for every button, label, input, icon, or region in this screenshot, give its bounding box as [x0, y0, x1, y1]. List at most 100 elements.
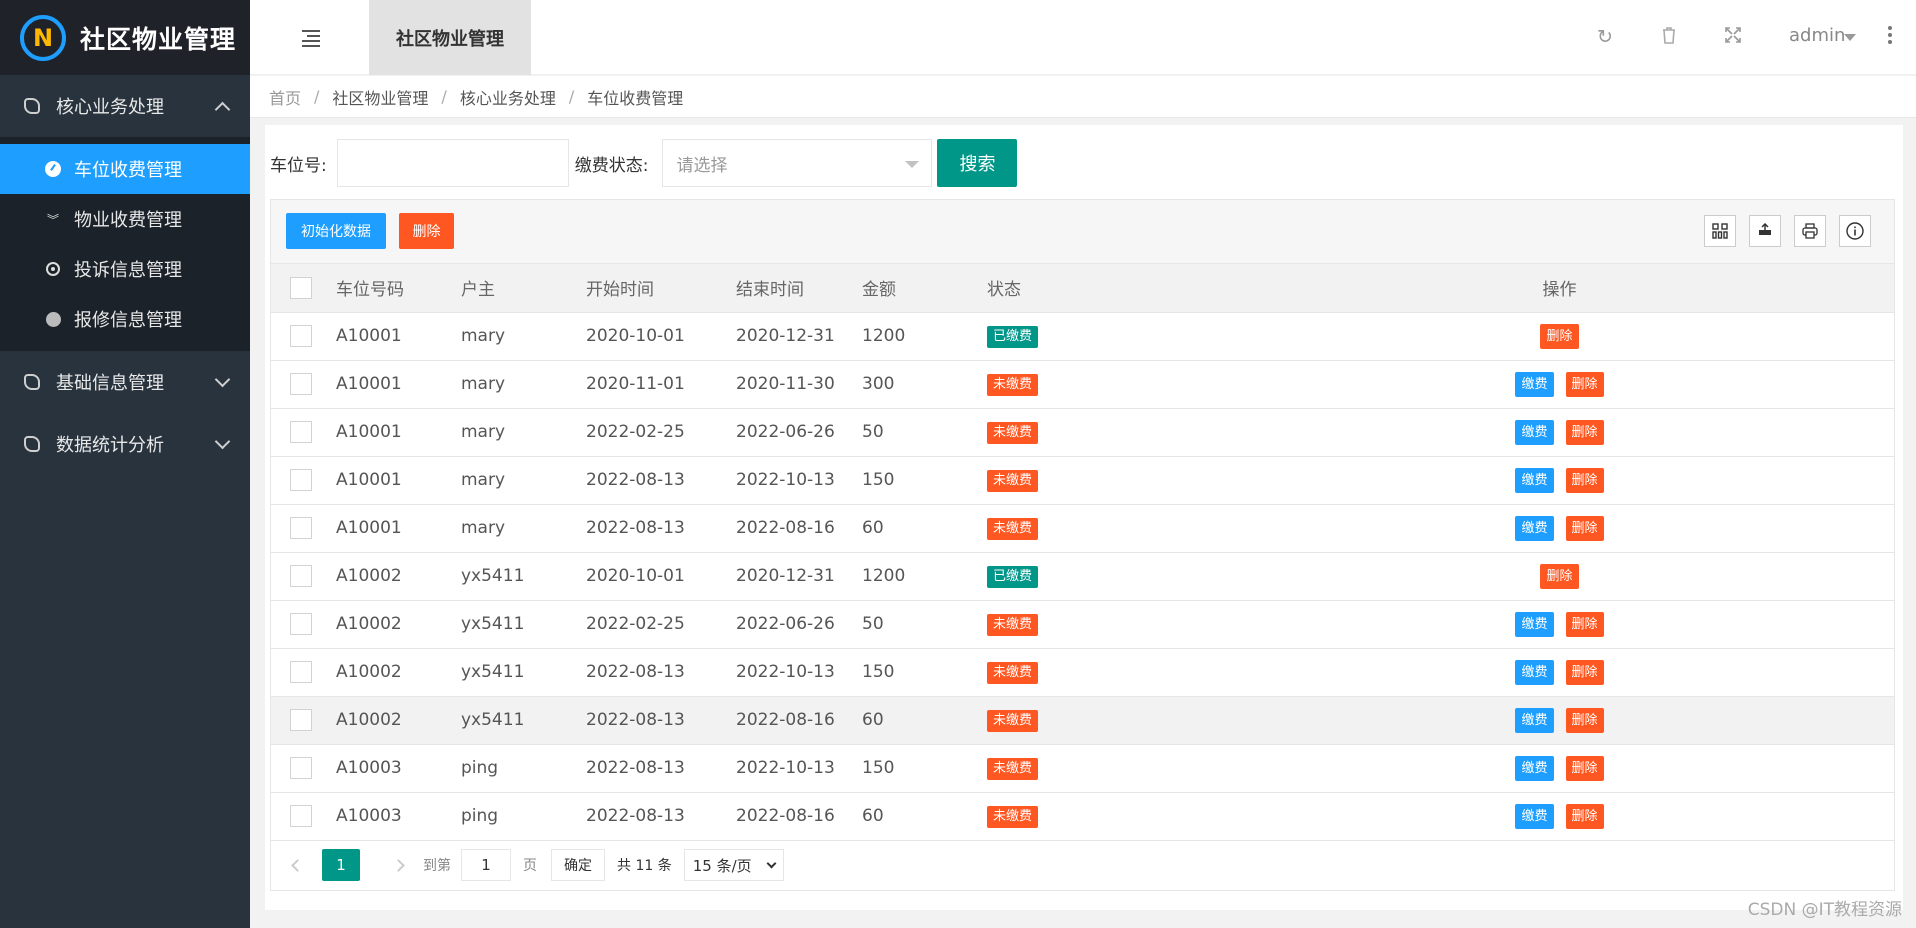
- delete-button[interactable]: 删除: [1565, 707, 1604, 733]
- pay-button[interactable]: 缴费: [1515, 755, 1554, 781]
- nav-group-basic[interactable]: 基础信息管理: [0, 351, 250, 413]
- cell-code: A10001: [336, 504, 461, 553]
- row-checkbox[interactable]: [290, 373, 312, 395]
- pagination: 1 到第 1 页 确定 共 11 条 15 条/页: [271, 840, 1894, 890]
- cell-start: 2022-02-25: [586, 600, 736, 649]
- cell-start: 2022-08-13: [586, 648, 736, 697]
- row-checkbox[interactable]: [290, 421, 312, 443]
- delete-button[interactable]: 删除: [1565, 419, 1604, 445]
- breadcrumb-item[interactable]: 核心业务处理: [460, 85, 556, 109]
- row-checkbox[interactable]: [290, 613, 312, 635]
- nav-group-label: 基础信息管理: [56, 373, 164, 394]
- delete-button[interactable]: 删除: [1540, 323, 1579, 349]
- status-badge: 已缴费: [987, 565, 1039, 588]
- cell-amount: 50: [862, 408, 987, 457]
- col-header[interactable]: 状态: [987, 264, 1225, 313]
- init-data-button[interactable]: 初始化数据: [286, 213, 386, 249]
- cell-end: 2020-12-31: [736, 312, 862, 361]
- breadcrumb-item[interactable]: 社区物业管理: [332, 85, 428, 109]
- row-checkbox[interactable]: [290, 709, 312, 731]
- status-label: 缴费状态:: [574, 155, 649, 176]
- cell-start: 2020-10-01: [586, 552, 736, 601]
- trash-icon[interactable]: [1658, 26, 1680, 48]
- cell-amount: 1200: [862, 552, 987, 601]
- row-checkbox[interactable]: [290, 661, 312, 683]
- pay-button[interactable]: 缴费: [1515, 467, 1554, 493]
- refresh-icon[interactable]: ↻: [1594, 26, 1616, 48]
- col-header[interactable]: 金额: [862, 264, 987, 313]
- cell-owner: mary: [461, 312, 586, 361]
- delete-button[interactable]: 删除: [1565, 659, 1604, 685]
- user-menu[interactable]: admin: [1789, 25, 1845, 46]
- leaf-icon: [24, 374, 40, 390]
- cell-actions: 缴费 删除: [1225, 696, 1894, 745]
- pay-button[interactable]: 缴费: [1515, 515, 1554, 541]
- row-checkbox[interactable]: [290, 565, 312, 587]
- sidebar-item-complaints[interactable]: 投诉信息管理: [0, 244, 250, 294]
- cell-amount: 150: [862, 648, 987, 697]
- cell-code: A10002: [336, 696, 461, 745]
- col-header[interactable]: 结束时间: [736, 264, 862, 313]
- next-page-icon[interactable]: [392, 858, 405, 872]
- columns-icon[interactable]: [1704, 215, 1736, 247]
- confirm-button[interactable]: 确定: [551, 849, 605, 881]
- sidebar-item-parking-fees[interactable]: 车位收费管理: [0, 144, 250, 194]
- prev-page-icon[interactable]: [291, 858, 304, 872]
- print-icon[interactable]: [1794, 215, 1826, 247]
- row-checkbox[interactable]: [290, 325, 312, 347]
- sidebar-item-repairs[interactable]: 报修信息管理: [0, 294, 250, 344]
- tab-community[interactable]: 社区物业管理: [369, 0, 531, 75]
- plate-input[interactable]: [336, 139, 569, 187]
- delete-button[interactable]: 删除: [1565, 803, 1604, 829]
- cell-amount: 60: [862, 504, 987, 553]
- row-checkbox[interactable]: [290, 757, 312, 779]
- status-badge: 未缴费: [987, 709, 1039, 732]
- col-header[interactable]: 车位号码: [336, 264, 461, 313]
- row-checkbox[interactable]: [290, 469, 312, 491]
- pay-button[interactable]: 缴费: [1515, 419, 1554, 445]
- col-header[interactable]: 开始时间: [586, 264, 736, 313]
- col-header[interactable]: 户主: [461, 264, 586, 313]
- sidebar-item-property-fees[interactable]: ︾ 物业收费管理: [0, 194, 250, 244]
- cell-amount: 60: [862, 696, 987, 745]
- cell-owner: ping: [461, 792, 586, 841]
- info-icon[interactable]: [1839, 215, 1871, 247]
- page-size-select[interactable]: 15 条/页: [683, 849, 784, 881]
- nav-group-core[interactable]: 核心业务处理: [0, 75, 250, 137]
- cell-start: 2022-08-13: [586, 792, 736, 841]
- sidebar-item-label: 物业收费管理: [74, 210, 182, 231]
- leaf-icon: [24, 436, 40, 452]
- breadcrumb-item[interactable]: 首页: [269, 85, 301, 109]
- select-all-checkbox[interactable]: [290, 276, 312, 299]
- delete-button[interactable]: 删除: [1540, 563, 1579, 589]
- row-checkbox[interactable]: [290, 805, 312, 827]
- goto-page-input[interactable]: 1: [461, 849, 511, 881]
- delete-button[interactable]: 删除: [1565, 515, 1604, 541]
- pay-button[interactable]: 缴费: [1515, 611, 1554, 637]
- more-vertical-icon[interactable]: [1888, 26, 1892, 47]
- delete-button[interactable]: 删除: [1565, 371, 1604, 397]
- fullscreen-icon[interactable]: [1722, 26, 1744, 48]
- row-checkbox[interactable]: [290, 517, 312, 539]
- current-page[interactable]: 1: [322, 849, 360, 881]
- sidebar-item-label: 投诉信息管理: [74, 260, 182, 281]
- pay-button[interactable]: 缴费: [1515, 371, 1554, 397]
- pay-button[interactable]: 缴费: [1515, 707, 1554, 733]
- delete-button[interactable]: 删除: [1565, 467, 1604, 493]
- page-unit: 页: [523, 858, 537, 874]
- breadcrumb-item: 车位收费管理: [587, 88, 684, 108]
- nav-group-stats[interactable]: 数据统计分析: [0, 413, 250, 475]
- delete-button[interactable]: 删除: [1565, 611, 1604, 637]
- cell-start: 2022-02-25: [586, 408, 736, 457]
- status-badge: 未缴费: [987, 517, 1039, 540]
- chevron-down-icon: [214, 371, 231, 388]
- delete-button[interactable]: 删除: [1565, 755, 1604, 781]
- status-select[interactable]: 请选择: [662, 139, 933, 187]
- pay-button[interactable]: 缴费: [1515, 659, 1554, 685]
- export-icon[interactable]: [1749, 215, 1781, 247]
- menu-toggle-icon[interactable]: [302, 30, 320, 50]
- pay-button[interactable]: 缴费: [1515, 803, 1554, 829]
- caret-down-icon[interactable]: [1844, 34, 1856, 41]
- search-button[interactable]: 搜索: [937, 139, 1018, 187]
- batch-delete-button[interactable]: 删除: [399, 213, 454, 249]
